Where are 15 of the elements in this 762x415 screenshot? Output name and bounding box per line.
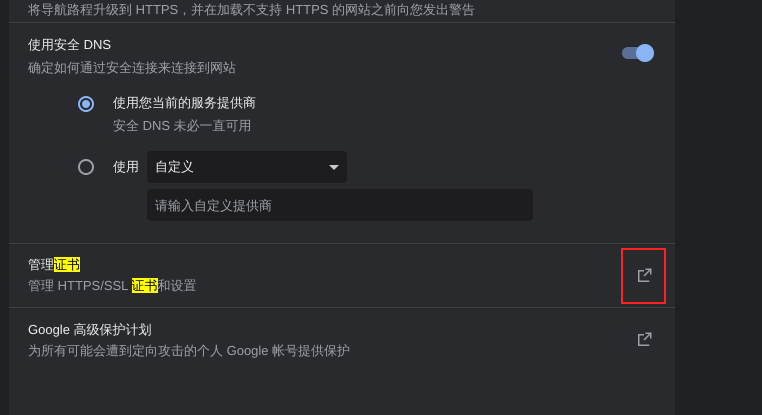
setting-description: 将导航路程升级到 HTTPS，并在加载不支持 HTTPS 的网站之前向您发出警告 xyxy=(28,2,476,18)
option-description: 安全 DNS 未必一直可用 xyxy=(113,116,253,134)
option-label[interactable]: 使用 xyxy=(113,157,147,177)
radio-button[interactable] xyxy=(78,159,94,175)
setting-description: 确定如何通过安全连接来连接到网站 xyxy=(28,58,236,76)
radio-button[interactable] xyxy=(78,96,94,112)
provider-input-field[interactable]: 请输入自定义提供商 xyxy=(147,189,533,221)
setting-title: 使用安全 DNS xyxy=(28,36,112,54)
provider-dropdown[interactable]: 自定义 xyxy=(147,151,347,183)
setting-title: Google 高级保护计划 xyxy=(28,320,153,338)
option-label[interactable]: 使用您当前的服务提供商 xyxy=(113,93,256,112)
setting-title: 管理证书 xyxy=(28,256,81,274)
toggle-switch[interactable] xyxy=(622,47,652,59)
caret-icon xyxy=(329,164,339,170)
setting-description: 为所有可能会遭到定向攻击的个人 Google 帐号提供保护 xyxy=(28,342,350,360)
